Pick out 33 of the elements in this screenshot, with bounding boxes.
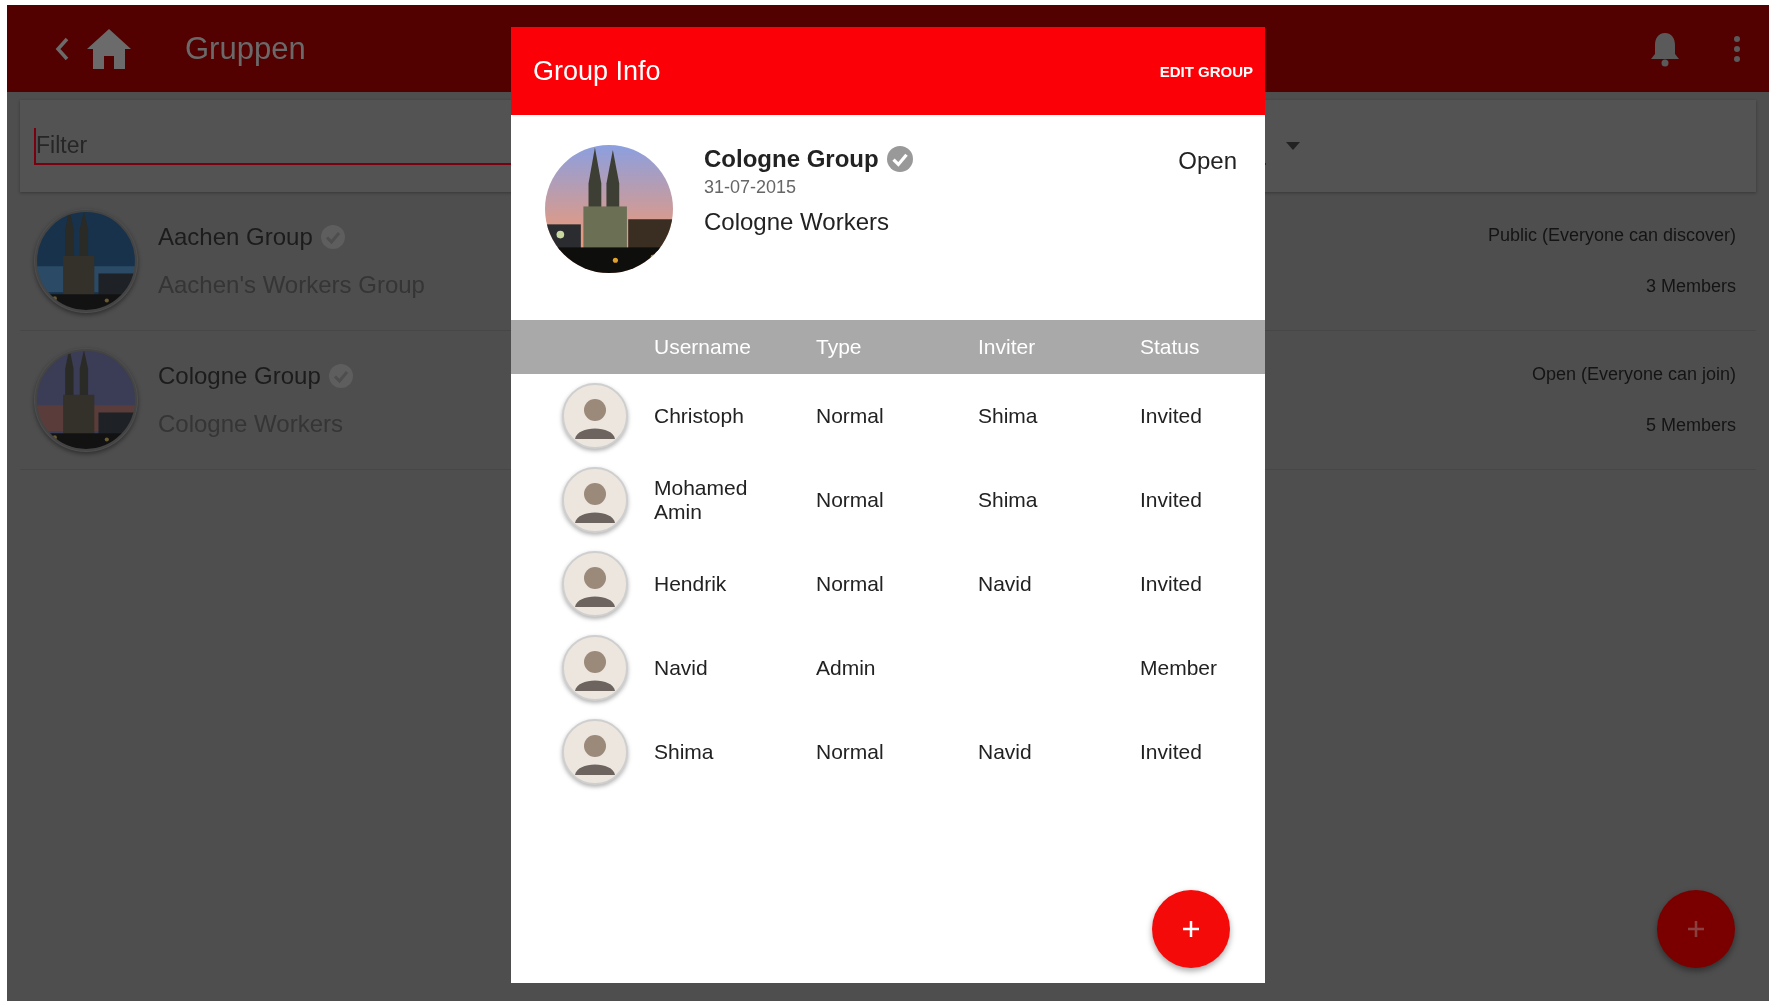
table-cell-text: Invited: [1140, 488, 1203, 512]
group-description: Cologne Workers: [704, 208, 889, 236]
table-cell-text: Member: [1140, 656, 1219, 680]
table-cell-text: Navid: [978, 740, 1033, 764]
table-cell-text: Normal: [816, 572, 885, 596]
group-name: Cologne Group: [704, 145, 879, 173]
table-cell-text: Normal: [816, 740, 885, 764]
table-cell-text: Admin: [816, 656, 877, 680]
table-cell-text: Shima: [654, 739, 715, 765]
table-cell-text: Shima: [978, 488, 1039, 512]
table-cell-text: Christoph: [654, 403, 745, 429]
member-count: 5 Members: [1645, 415, 1736, 436]
column-header: Type: [816, 335, 863, 359]
column-header: Username: [654, 335, 752, 359]
table-cell-text: Normal: [816, 404, 885, 428]
table-cell-text: Shima: [978, 404, 1039, 428]
table-cell-text: Navid: [654, 655, 709, 681]
group-visibility: Open (Everyone can join): [1531, 364, 1736, 385]
table-cell-text: Invited: [1140, 572, 1203, 596]
group-date: 31-07-2015: [704, 177, 797, 198]
table-cell-text: Normal: [816, 488, 885, 512]
member-count: 3 Members: [1645, 276, 1736, 297]
table-cell-text: Invited: [1140, 404, 1203, 428]
table-cell-text: Invited: [1140, 740, 1203, 764]
table-cell-text: Hendrik: [654, 571, 728, 597]
column-header: Status: [1140, 335, 1201, 359]
table-cell-text: Navid: [978, 572, 1033, 596]
column-header: Inviter: [978, 335, 1037, 359]
group-visibility: Public (Everyone can discover): [1487, 225, 1736, 246]
group-status: Open: [1178, 147, 1237, 175]
table-cell-text: Mohamed Amin: [654, 475, 749, 525]
dialog-title: Group Info: [533, 55, 661, 87]
app-title: Gruppen: [185, 30, 306, 67]
